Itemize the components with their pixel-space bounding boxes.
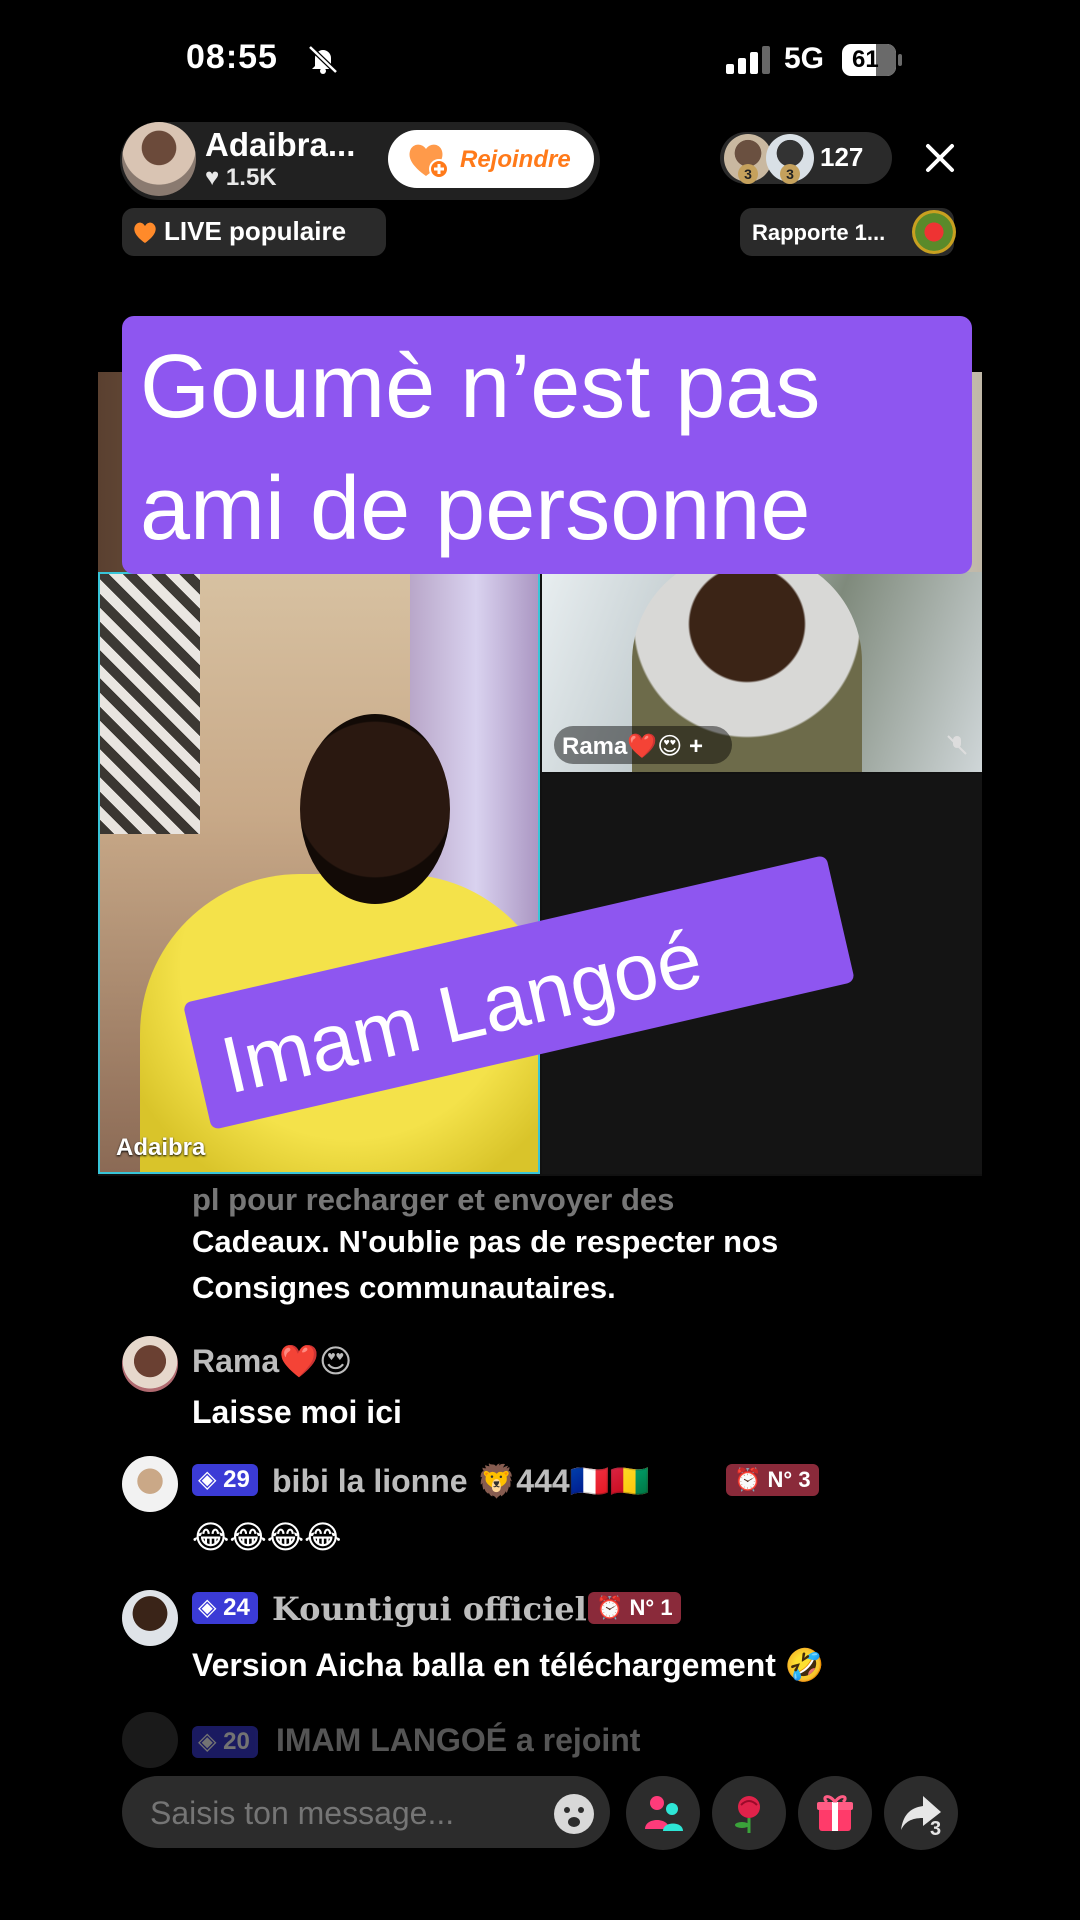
diamond-icon: ◈ <box>198 1466 217 1493</box>
chat-avatar[interactable] <box>122 1336 178 1392</box>
rose-gift-button[interactable] <box>712 1776 786 1850</box>
host-likes-count: 1.5K <box>225 164 277 191</box>
guests-icon <box>645 1796 683 1831</box>
battery-icon: 61 <box>842 44 902 76</box>
medal-icon: ⏰ <box>734 1467 762 1492</box>
join-button-label: Rejoindre <box>460 146 571 173</box>
guest-tile-name: Rama❤️😍 + <box>562 733 703 760</box>
heart-plus-icon <box>409 144 449 179</box>
rose-icon <box>735 1796 760 1833</box>
level-badge: ◈ 24 <box>192 1592 258 1624</box>
chat-message-text: Laisse moi ici <box>192 1394 402 1430</box>
diamond-icon: ◈ <box>198 1728 217 1755</box>
chat-message-text: 😂😂😂😂 <box>192 1519 342 1555</box>
chat-avatar[interactable] <box>122 1590 178 1646</box>
top-viewer-avatar[interactable]: 3 <box>766 134 814 184</box>
viewer-rank-badge: 3 <box>780 164 800 184</box>
network-type: 5G <box>784 42 825 75</box>
system-message-line: Cadeaux. N'oublie pas de respecter nos <box>192 1224 779 1259</box>
level-number: 29 <box>223 1466 250 1493</box>
medal-icon: ⏰ <box>596 1595 624 1620</box>
rank-label: N° 3 <box>767 1467 811 1492</box>
level-badge: ◈ 29 <box>192 1464 258 1496</box>
guest-video-tile[interactable]: Rama❤️😍 + <box>542 572 982 772</box>
gift-button[interactable] <box>798 1776 872 1850</box>
fire-heart-icon <box>134 222 156 243</box>
level-number: 24 <box>223 1594 250 1621</box>
rank-badge: ⏰ N° 1 <box>588 1592 681 1624</box>
viewer-count[interactable]: 127 <box>820 142 863 173</box>
viewer-rank-badge: 3 <box>738 164 758 184</box>
battery-level: 61 <box>852 46 879 73</box>
host-avatar[interactable] <box>122 122 196 196</box>
system-message-faded: pl pour recharger et envoyer des <box>192 1182 675 1217</box>
top-viewer-avatar[interactable]: 3 <box>724 134 772 184</box>
gift-icon <box>817 1795 853 1831</box>
chat-message-text: Version Aicha balla en téléchargement 🤣 <box>192 1647 825 1683</box>
signal-icon <box>726 46 770 74</box>
chat-avatar[interactable] <box>122 1456 178 1512</box>
report-label: Rapporte 1... <box>752 220 886 245</box>
host-tile-name: Adaibra <box>116 1134 206 1161</box>
host-name[interactable]: Adaibra... <box>205 126 355 164</box>
rank-label: N° 1 <box>629 1595 673 1620</box>
chat-username[interactable]: bibi la lionne 🦁444🇫🇷🇬🇳 <box>272 1462 649 1500</box>
emoji-icon[interactable] <box>552 1792 596 1836</box>
bell-slash-icon <box>308 45 338 74</box>
close-icon[interactable] <box>920 138 960 178</box>
level-badge: ◈ 20 <box>192 1726 258 1758</box>
share-button[interactable]: 3 <box>884 1776 958 1850</box>
guests-button[interactable] <box>626 1776 700 1850</box>
system-message-line: Consignes communautaires. <box>192 1270 616 1305</box>
join-notice: IMAM LANGOÉ a rejoint <box>276 1722 641 1758</box>
hanging-clothes <box>100 574 200 834</box>
host-person-head <box>300 714 450 904</box>
live-popular-label: LIVE populaire <box>164 216 347 246</box>
chat-avatar[interactable] <box>122 1712 178 1768</box>
chat-username[interactable]: Kountigui officiel <box>272 1590 587 1628</box>
diamond-icon: ◈ <box>198 1594 217 1621</box>
caption-top-text: Goumè n’est pas ami de personne <box>140 337 821 559</box>
message-input[interactable] <box>148 1794 532 1833</box>
share-count: 3 <box>930 1818 942 1840</box>
chat-username[interactable]: Rama❤️😍 <box>192 1342 352 1380</box>
mic-off-icon <box>947 735 967 755</box>
level-number: 20 <box>223 1728 250 1755</box>
heart-icon: ♥ <box>205 164 220 191</box>
report-badge-icon[interactable] <box>912 210 956 254</box>
status-time: 08:55 <box>186 38 278 76</box>
host-likes: ♥ 1.5K <box>205 164 277 192</box>
rank-badge: ⏰ N° 3 <box>726 1464 819 1496</box>
